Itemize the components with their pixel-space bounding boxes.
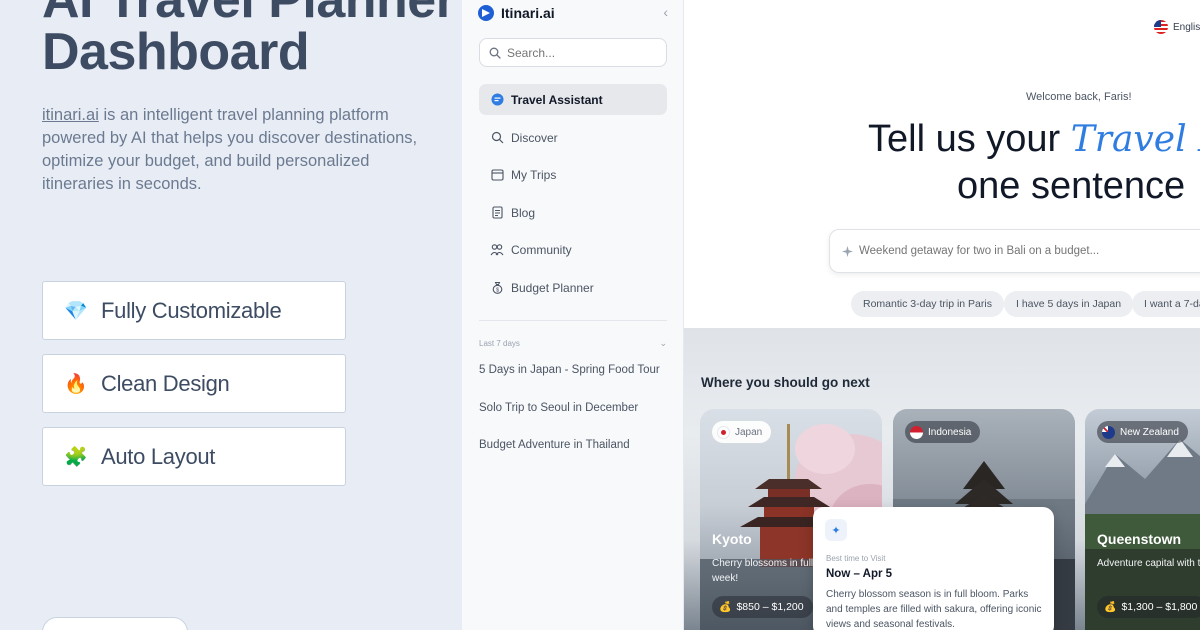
people-icon bbox=[490, 243, 504, 257]
recent-chat-item[interactable]: Solo Trip to Seoul in December bbox=[479, 402, 679, 414]
recent-section-label: Last 7 days bbox=[479, 339, 520, 348]
sidebar-item-discover[interactable]: Discover bbox=[479, 122, 667, 153]
chevron-down-icon[interactable]: ⌄ bbox=[659, 338, 667, 349]
money-bag-icon: 💰 bbox=[719, 601, 732, 613]
language-label: English bbox=[1173, 21, 1200, 33]
country-label: Indonesia bbox=[928, 426, 972, 438]
sidebar-item-label: Discover bbox=[511, 130, 558, 145]
japan-flag-icon bbox=[717, 425, 730, 439]
search-input[interactable] bbox=[507, 45, 657, 60]
brand-name: Itinari.ai bbox=[501, 5, 555, 21]
promo-description-text: is an intelligent travel planning platfo… bbox=[42, 106, 418, 193]
sidebar-item-budget-planner[interactable]: $ Budget Planner bbox=[479, 272, 667, 303]
price-range: 💰 $1,300 – $1,800 bbox=[1097, 596, 1200, 618]
suggestion-chip[interactable]: I have 5 days in Japan bbox=[1004, 291, 1134, 317]
sidebar: Itinari.ai ‹ Travel Assistant Discover M… bbox=[462, 0, 684, 630]
sidebar-item-travel-assistant[interactable]: Travel Assistant bbox=[479, 84, 667, 115]
trip-prompt-input[interactable] bbox=[859, 245, 1199, 257]
new-zealand-flag-icon bbox=[1102, 425, 1115, 439]
sparkle-icon bbox=[842, 245, 853, 257]
promo-brand-link[interactable]: itinari.ai bbox=[42, 106, 99, 124]
hero-accent-text: Travel Plan bbox=[1070, 119, 1200, 160]
popover-label: Best time to Visit bbox=[826, 554, 886, 563]
main-content: English Welcome back, Faris! Tell us you… bbox=[684, 0, 1200, 630]
language-selector[interactable]: English bbox=[1154, 20, 1200, 34]
promo-description: itinari.ai is an intelligent travel plan… bbox=[42, 104, 422, 196]
chat-icon bbox=[490, 93, 504, 107]
popover-date-range: Now – Apr 5 bbox=[826, 568, 893, 580]
sidebar-header: Itinari.ai ‹ bbox=[478, 4, 668, 22]
price-label: $1,300 – $1,800 bbox=[1121, 601, 1198, 613]
city-description: Adventure capital with this week. bbox=[1097, 558, 1200, 569]
promo-bottom-pill[interactable] bbox=[42, 617, 188, 630]
indonesia-flag-icon bbox=[910, 425, 923, 439]
city-name: Kyoto bbox=[712, 531, 752, 547]
trip-prompt-box[interactable] bbox=[829, 229, 1200, 273]
sidebar-item-label: Travel Assistant bbox=[511, 92, 603, 107]
sidebar-item-label: My Trips bbox=[511, 167, 557, 182]
feature-label: Clean Design bbox=[101, 370, 230, 396]
hero-heading: Tell us your Travel Plan one sentence bbox=[868, 116, 1200, 209]
sparkle-icon: ✦ bbox=[825, 519, 847, 541]
destination-card-queenstown[interactable]: New Zealand Queenstown Adventure capital… bbox=[1085, 409, 1200, 630]
document-icon bbox=[490, 206, 504, 220]
feature-label: Auto Layout bbox=[101, 443, 216, 469]
popover-description: Cherry blossom season is in full bloom. … bbox=[826, 589, 1042, 630]
recent-chat-item[interactable]: 5 Days in Japan - Spring Food Tour bbox=[479, 364, 679, 376]
search-icon bbox=[489, 47, 501, 59]
suggestion-chip[interactable]: I want a 7-day bbox=[1132, 291, 1200, 317]
sidebar-divider bbox=[479, 320, 667, 321]
fire-icon: 🔥 bbox=[64, 373, 88, 395]
money-bag-icon: 💰 bbox=[1104, 601, 1117, 613]
country-badge: Japan bbox=[712, 421, 772, 443]
promo-panel: AI Travel Planner Dashboard itinari.ai i… bbox=[0, 0, 462, 630]
feature-card-customizable: 💎 Fully Customizable bbox=[42, 281, 346, 340]
chevron-left-icon[interactable]: ‹ bbox=[663, 4, 668, 20]
sidebar-item-label: Budget Planner bbox=[511, 280, 594, 295]
feature-card-auto-layout: 🧩 Auto Layout bbox=[42, 427, 346, 486]
sidebar-item-label: Community bbox=[511, 242, 572, 257]
best-time-popover: ✦ Best time to Visit Now – Apr 5 Cherry … bbox=[813, 507, 1054, 630]
calendar-icon bbox=[490, 168, 504, 182]
price-label: $850 – $1,200 bbox=[736, 601, 804, 613]
feature-card-clean-design: 🔥 Clean Design bbox=[42, 354, 346, 413]
money-bag-icon: $ bbox=[490, 281, 504, 295]
search-box[interactable] bbox=[479, 38, 667, 67]
country-badge: Indonesia bbox=[905, 421, 981, 443]
feature-label: Fully Customizable bbox=[101, 297, 282, 323]
recent-chat-item[interactable]: Budget Adventure in Thailand bbox=[479, 439, 679, 451]
country-label: Japan bbox=[735, 426, 763, 438]
search-icon bbox=[490, 131, 504, 145]
sidebar-item-blog[interactable]: Blog bbox=[479, 197, 667, 228]
hero-line-two: one sentence bbox=[957, 165, 1186, 207]
hero-text: Tell us your bbox=[868, 118, 1071, 160]
price-range: 💰 $850 – $1,200 bbox=[712, 596, 813, 618]
recent-section-header[interactable]: Last 7 days ⌄ bbox=[479, 338, 667, 349]
svg-text:$: $ bbox=[495, 287, 498, 293]
promo-title: AI Travel Planner Dashboard bbox=[42, 0, 456, 81]
gem-icon: 💎 bbox=[64, 300, 88, 322]
sidebar-item-community[interactable]: Community bbox=[479, 234, 667, 265]
us-flag-icon bbox=[1154, 20, 1168, 34]
logo-icon bbox=[478, 5, 494, 21]
sidebar-item-label: Blog bbox=[511, 205, 536, 220]
section-title: Where you should go next bbox=[701, 375, 870, 390]
city-name: Queenstown bbox=[1097, 531, 1182, 547]
sidebar-item-my-trips[interactable]: My Trips bbox=[479, 159, 667, 190]
puzzle-icon: 🧩 bbox=[64, 446, 88, 468]
welcome-message: Welcome back, Faris! bbox=[1026, 91, 1132, 103]
suggestion-chip[interactable]: Romantic 3-day trip in Paris bbox=[851, 291, 1004, 317]
country-badge: New Zealand bbox=[1097, 421, 1188, 443]
country-label: New Zealand bbox=[1120, 426, 1179, 438]
